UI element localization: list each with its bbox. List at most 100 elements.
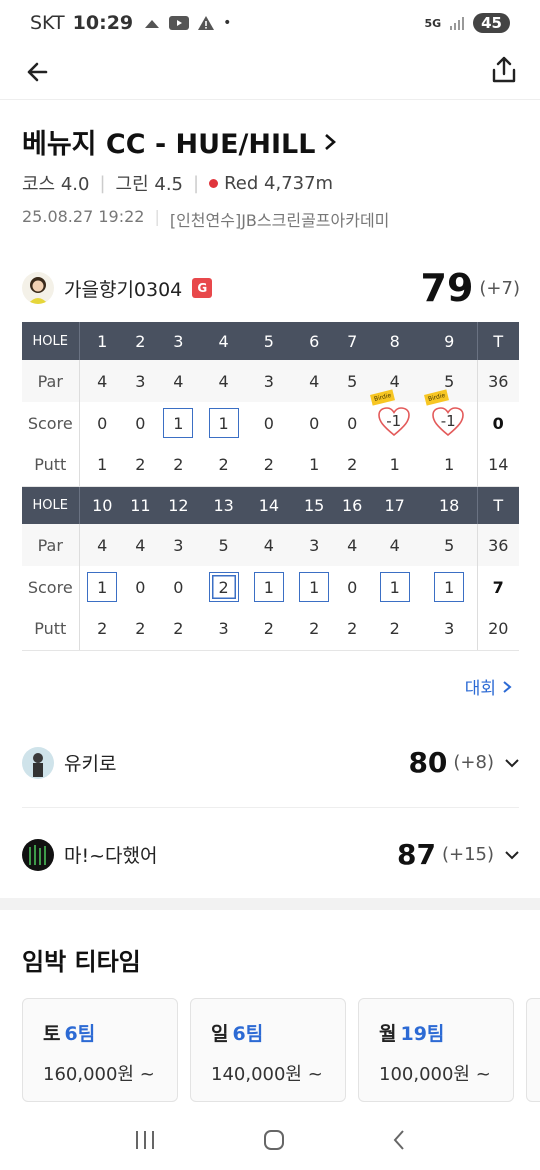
putt-value: 2 <box>125 608 156 651</box>
tee-card[interactable]: 월 19팀 100,000원 ~ <box>358 998 514 1102</box>
hole-number: 5 <box>246 322 292 360</box>
putt-value: 2 <box>125 444 156 487</box>
putt-value: 2 <box>291 608 337 651</box>
recent-apps-icon[interactable] <box>133 1129 157 1151</box>
share-icon[interactable] <box>488 54 520 86</box>
score-cell: 1 <box>246 566 291 608</box>
total-score: 87 <box>397 838 436 871</box>
par-value: 4 <box>125 524 156 566</box>
tee-card[interactable]: 일 6팀 140,000원 ~ <box>190 998 346 1102</box>
score-cell: 1 <box>422 566 477 608</box>
double-bogey-box: 2 <box>208 572 239 602</box>
score-cell: 1 <box>156 402 201 444</box>
score-cell: 0 <box>309 413 320 433</box>
putt-value: 3 <box>201 608 247 651</box>
total-score: 79 <box>420 266 474 310</box>
hole-number: 1 <box>79 322 126 360</box>
putt-value: 2 <box>155 444 201 487</box>
par-value: 3 <box>246 360 292 402</box>
tee-card[interactable]: 토 6팀 160,000원 ~ <box>22 998 178 1102</box>
putt-value: 2 <box>79 608 126 651</box>
par-value: 5 <box>201 524 247 566</box>
tee-info: Red 4,737m <box>209 173 333 194</box>
score-cell: 1 <box>292 566 337 608</box>
app-bar <box>0 46 540 100</box>
hole-number: 16 <box>336 486 368 524</box>
hole-number: 10 <box>79 486 126 524</box>
chevron-down-icon[interactable] <box>504 847 520 863</box>
day-label: 일 <box>211 1023 229 1045</box>
score-row: Score 0 0 1 1 0 0 0 Birdie -1 Birdie -1 0 <box>22 389 519 444</box>
tee-day: 토 6팀 <box>43 1019 157 1046</box>
tee-card-partial[interactable] <box>526 998 540 1102</box>
hole-number: 2 <box>125 322 156 360</box>
bogey-box: 1 <box>87 572 118 602</box>
total-score: 80 <box>408 746 448 779</box>
course-title[interactable]: 베뉴지 CC - HUE/HILL <box>22 122 337 161</box>
bogey-box: 1 <box>299 572 330 602</box>
meta-divider: | <box>99 172 106 194</box>
score-total: 7 <box>476 566 519 608</box>
birdie-marker: Birdie -1 <box>424 389 467 438</box>
player-name: 가을향기0304 <box>64 278 183 301</box>
player-row-yukiro[interactable]: 유키로 80 (+8) <box>22 746 520 779</box>
system-nav-bar <box>0 1110 540 1170</box>
score-cell: 1 <box>79 566 125 608</box>
score-cell: Birdie -1 <box>368 389 422 444</box>
tee-day: 일 6팀 <box>211 1019 325 1046</box>
tee-label: Red 4,737m <box>224 172 334 194</box>
battery-indicator: 45 <box>473 13 510 33</box>
course-name: 베뉴지 CC - HUE/HILL <box>22 129 316 160</box>
chevron-down-icon[interactable] <box>504 755 520 771</box>
score-value: -1 <box>386 412 402 430</box>
hole-number: 8 <box>367 322 422 360</box>
chevron-right-icon <box>325 133 337 150</box>
chevron-right-icon <box>503 680 512 693</box>
dot-icon: • <box>223 15 232 31</box>
tee-day: 월 19팀 <box>379 1019 493 1046</box>
tee-price: 160,000원 ~ <box>43 1064 155 1085</box>
putt-value: 2 <box>155 608 201 651</box>
section-divider <box>0 898 540 910</box>
par-value: 4 <box>291 360 337 402</box>
score-cell: 0 <box>135 577 146 597</box>
avatar <box>22 746 54 779</box>
back-arrow-icon[interactable] <box>22 56 54 88</box>
cloud-icon <box>145 20 160 28</box>
putt-value: 2 <box>336 444 368 487</box>
player-row-madahaesseo[interactable]: 마!~다했어 87 (+15) <box>22 838 520 871</box>
status-bar: SKT 10:29 • 5G 45 <box>0 0 540 46</box>
total-label: T <box>476 486 519 524</box>
par-value: 4 <box>79 360 126 402</box>
team-count: 6팀 <box>64 1023 96 1045</box>
par-value: 4 <box>336 524 368 566</box>
score-cell: 0 <box>347 577 358 597</box>
tournament-link[interactable]: 대회 <box>465 674 512 699</box>
par-value: 3 <box>125 360 156 402</box>
par-label: Par <box>22 524 80 566</box>
play-datetime: 25.08.27 19:22 <box>22 207 145 226</box>
score-cell: 0 <box>97 413 108 433</box>
total-label: T <box>476 322 519 360</box>
score-label: Score <box>22 566 80 608</box>
putt-value: 2 <box>201 444 247 487</box>
putt-value: 2 <box>367 608 422 651</box>
score-cell: 1 <box>201 402 246 444</box>
home-icon[interactable] <box>262 1128 286 1152</box>
par-total: 36 <box>476 524 519 566</box>
putt-label: Putt <box>22 608 80 651</box>
back-icon[interactable] <box>391 1128 407 1152</box>
hole-number: 14 <box>246 486 292 524</box>
birdie-marker: Birdie -1 <box>369 389 413 438</box>
putt-value: 3 <box>421 608 477 651</box>
score-row: Score 1 0 0 2 1 1 0 1 1 7 <box>22 566 519 608</box>
putt-total: 20 <box>476 608 519 651</box>
par-value: 4 <box>246 524 292 566</box>
meta-divider: | <box>154 207 160 226</box>
par-value: 3 <box>155 524 201 566</box>
par-row: Par 4 4 3 5 4 3 4 4 5 36 <box>22 524 519 566</box>
score-cell: 2 <box>201 566 246 608</box>
putt-value: 2 <box>336 608 368 651</box>
score-diff: (+15) <box>441 844 494 865</box>
player-name: 유키로 <box>64 753 117 775</box>
